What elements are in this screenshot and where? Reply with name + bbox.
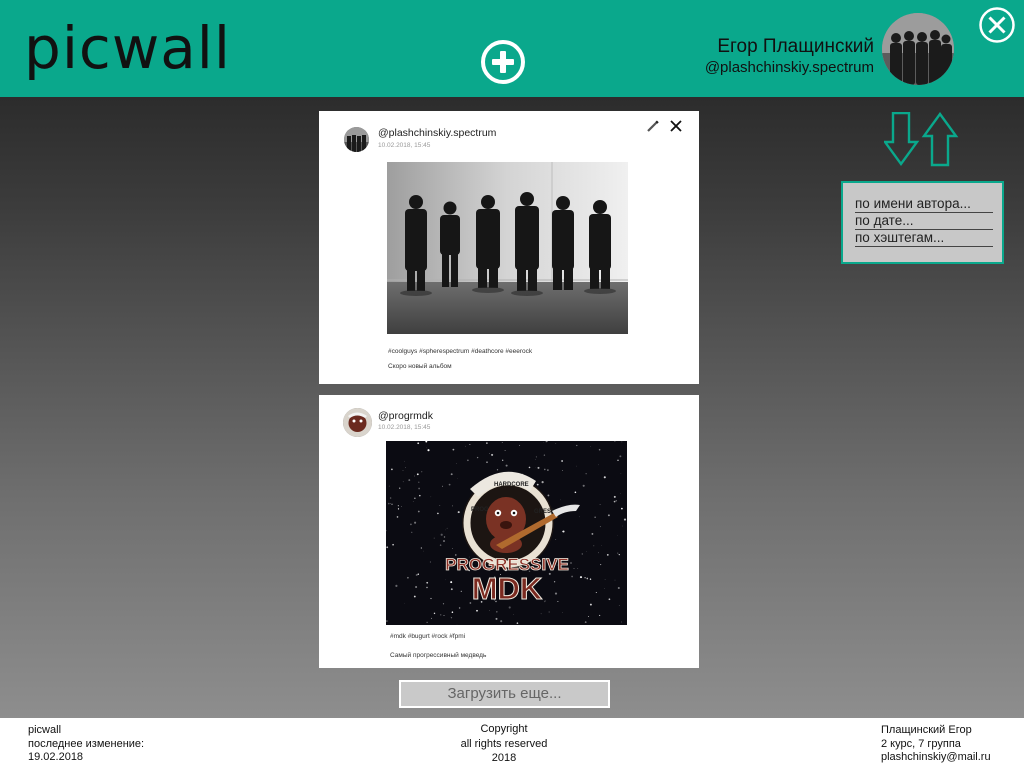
user-handle[interactable]: @plashchinskiy.spectrum <box>705 59 874 76</box>
sort-by-hashtag[interactable]: по хэштегам... <box>855 230 993 247</box>
sort-by-date[interactable]: по дате... <box>855 213 993 230</box>
footer-author-group: 2 курс, 7 группа <box>881 737 961 750</box>
footer-site-name: picwall <box>28 724 62 736</box>
footer-rights: all rights reserved <box>460 737 548 750</box>
add-post-button[interactable] <box>480 39 526 85</box>
post-author[interactable]: @progrmdk <box>378 410 433 422</box>
post-description: Скоро новый альбом <box>388 363 452 370</box>
footer-year: 2018 <box>491 752 517 764</box>
post-author[interactable]: @plashchinskiy.spectrum <box>378 127 496 139</box>
post-card: @progrmdk 10.02.2018, 15:45 HARDCORE PRO… <box>319 395 699 668</box>
user-name[interactable]: Егор Плащинский <box>717 36 874 58</box>
pencil-icon <box>647 120 659 132</box>
close-icon <box>670 120 682 132</box>
post-author-avatar[interactable] <box>343 408 372 437</box>
post-photo[interactable] <box>387 162 628 334</box>
mdk-title: MDK <box>472 571 543 606</box>
footer-last-modified-date: 19.02.2018 <box>28 751 84 763</box>
post-photo[interactable]: HARDCORE PROG GRESS PROGRESSIVE MDK <box>386 441 627 625</box>
badge-left-label: PROG <box>471 507 489 513</box>
footer-author-name: Плащинский Егор <box>881 724 972 736</box>
user-avatar[interactable] <box>882 13 954 85</box>
footer-copyright-title: Copyright <box>480 723 528 735</box>
load-more-button[interactable]: Загрузить еще... <box>399 680 610 708</box>
post-date: 10.02.2018, 15:45 <box>378 142 431 149</box>
post-author-avatar[interactable] <box>344 127 369 152</box>
post-card: @plashchinskiy.spectrum 10.02.2018, 15:4… <box>319 111 699 384</box>
post-hashtags[interactable]: #coolguys #spherespectrum #deathcore #ee… <box>388 348 532 355</box>
edit-post-button[interactable] <box>646 119 660 133</box>
close-circle-icon <box>979 7 1015 43</box>
post-hashtags[interactable]: #mdk #bugurt #rock #fpmi <box>390 633 465 640</box>
plus-circle-icon <box>481 40 525 84</box>
footer-copyright: Copyright all rights reserved 2018 <box>404 722 604 766</box>
logo[interactable]: picwall <box>24 14 231 82</box>
badge-right-label: GRESS <box>534 509 555 515</box>
footer-last-modified-label: последнее изменение: <box>28 737 145 750</box>
footer-author-info: Плащинский Егор 2 курс, 7 группа plashch… <box>881 724 991 765</box>
sort-arrows-icon <box>882 111 959 167</box>
badge-top-label: HARDCORE <box>494 482 529 488</box>
footer-site-info: picwall последнее изменение: 19.02.2018 <box>28 724 144 765</box>
footer: picwall последнее изменение: 19.02.2018 … <box>0 718 1024 768</box>
post-date: 10.02.2018, 15:45 <box>378 424 431 431</box>
close-button[interactable] <box>978 6 1016 44</box>
sort-by-author[interactable]: по имени автора... <box>855 196 993 213</box>
post-description: Самый прогрессивный медведь <box>390 652 487 659</box>
header: picwall Егор Плащинский @plashchinskiy.s… <box>0 0 1024 97</box>
sort-toggle-button[interactable] <box>882 111 960 168</box>
delete-post-button[interactable] <box>669 119 683 133</box>
footer-author-email[interactable]: plashchinskiy@mail.ru <box>881 751 991 765</box>
sort-menu: по имени автора... по дате... по хэштега… <box>841 181 1004 264</box>
